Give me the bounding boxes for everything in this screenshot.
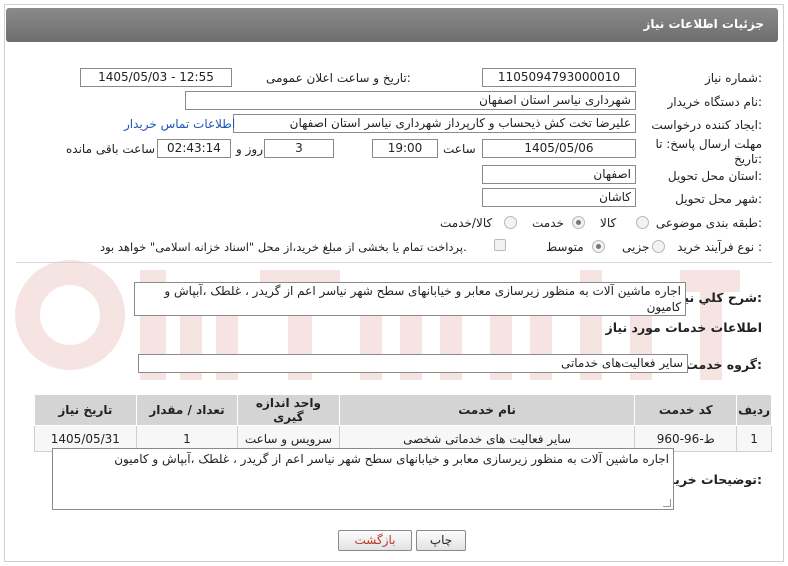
category-label: طبقه بندی موضوعی:	[655, 216, 762, 230]
process-radio-medium[interactable]	[592, 240, 605, 253]
days-label: روز و	[236, 142, 263, 156]
need-number-field: 1105094793000010	[482, 68, 636, 87]
header-bar: جزئیات اطلاعات نیاز	[6, 8, 778, 42]
buyer-contact-link[interactable]: اطلاعات تماس خریدار	[124, 117, 235, 131]
creator-field: علیرضا تخت کش ذیحساب و کارپرداز شهرداری …	[233, 114, 636, 133]
category-option-goods: کالا	[600, 216, 617, 230]
back-button[interactable]: بازگشت	[338, 530, 412, 551]
announce-datetime-field: 1405/05/03 - 12:55	[80, 68, 232, 87]
payment-note: پرداخت تمام یا بخشی از مبلغ خرید،از محل …	[100, 240, 467, 254]
services-table: تاریخ نیاز تعداد / مقدار واحد اندازه گیر…	[34, 394, 772, 452]
province-label: استان محل تحویل:	[667, 169, 762, 183]
category-radio-goods-service[interactable]	[504, 216, 517, 229]
deadline-date-field: 1405/05/06	[482, 139, 636, 158]
process-radio-minor[interactable]	[652, 240, 665, 253]
service-group-label: گروه خدمت:	[685, 357, 762, 372]
process-option-medium: متوسط	[546, 240, 584, 254]
remaining-label: ساعت باقی مانده	[66, 142, 156, 156]
category-radio-service[interactable]	[572, 216, 585, 229]
col-service-code: کد خدمت	[634, 394, 738, 426]
treasury-checkbox[interactable]	[494, 239, 506, 251]
buyer-notes-text: اجاره ماشین آلات به منظور زیرسازی معابر …	[114, 452, 669, 466]
cell-row-number: 1	[736, 425, 772, 452]
category-option-goods-service: کالا/خدمت	[440, 216, 493, 230]
process-option-minor: جزیی	[622, 240, 650, 254]
city-field: کاشان	[482, 188, 636, 207]
col-row-number: ردیف	[736, 394, 772, 426]
divider	[16, 262, 772, 263]
province-field: اصفهان	[482, 165, 636, 184]
col-service-name: نام خدمت	[338, 394, 636, 426]
services-section-title: اطلاعات خدمات مورد نیاز	[605, 320, 763, 335]
remaining-time-field: 02:43:14	[157, 139, 231, 158]
city-label: شهر محل تحویل:	[675, 192, 762, 206]
days-count-field: 3	[264, 139, 334, 158]
page-title: جزئیات اطلاعات نیاز	[643, 17, 764, 31]
buyer-notes-field: اجاره ماشین آلات به منظور زیرسازی معابر …	[52, 448, 674, 510]
print-button[interactable]: چاپ	[416, 530, 466, 551]
buyer-org-label: نام دستگاه خریدار:	[667, 95, 763, 109]
process-label: نوع فرآیند خرید :	[677, 240, 762, 254]
buyer-org-field: شهرداری نیاسر استان اصفهان	[185, 91, 636, 110]
resize-handle-icon[interactable]	[663, 499, 671, 507]
deadline-time-label: ساعت	[443, 142, 476, 156]
need-number-label: شماره نیاز:	[704, 71, 762, 85]
announce-label: تاریخ و ساعت اعلان عمومی:	[266, 71, 411, 85]
description-field: اجاره ماشین آلات به منظور زیرسازی معابر …	[134, 282, 686, 316]
col-unit: واحد اندازه گیری	[237, 394, 340, 426]
service-group-field: سایر فعالیت‌های خدماتی	[138, 354, 688, 373]
col-need-date: تاریخ نیاز	[34, 394, 137, 426]
deadline-label: مهلت ارسال پاسخ: تا تاریخ:	[655, 137, 762, 166]
category-radio-goods[interactable]	[636, 216, 649, 229]
category-option-service: خدمت	[532, 216, 564, 230]
col-quantity: تعداد / مقدار	[135, 394, 239, 426]
creator-label: ایجاد کننده درخواست:	[651, 118, 762, 132]
deadline-time-field: 19:00	[372, 139, 438, 158]
table-header-row: تاریخ نیاز تعداد / مقدار واحد اندازه گیر…	[34, 394, 772, 426]
